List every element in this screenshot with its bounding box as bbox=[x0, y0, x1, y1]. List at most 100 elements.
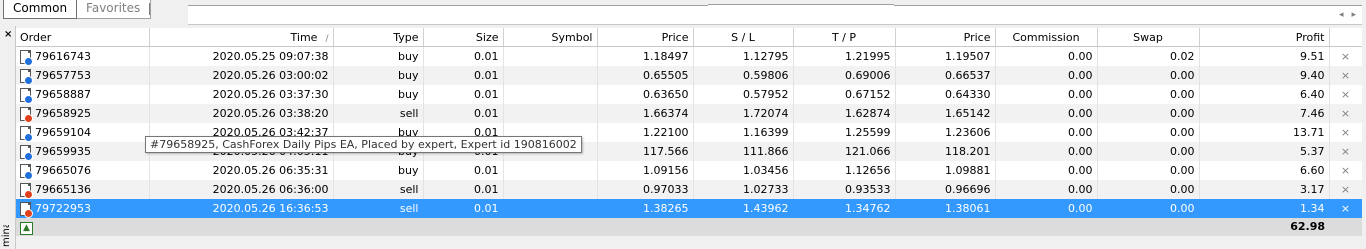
close-order-icon[interactable]: × bbox=[1329, 123, 1363, 142]
sell-order-icon bbox=[20, 202, 33, 218]
order-number: 79659104 bbox=[35, 126, 91, 139]
cell-sl: 1.16399 bbox=[693, 123, 794, 142]
cell-size: 0.01 bbox=[423, 180, 504, 199]
cell-profit: 3.17 bbox=[1199, 180, 1330, 199]
order-number: 79657753 bbox=[35, 69, 91, 82]
close-order-icon[interactable]: × bbox=[1329, 142, 1363, 161]
close-icon[interactable]: × bbox=[4, 29, 12, 40]
table-row[interactable]: 79722953 2020.05.26 16:36:53 sell 0.01 1.382… bbox=[16, 199, 1363, 218]
bar-notch bbox=[708, 4, 894, 7]
tab-common[interactable]: Common bbox=[3, 0, 78, 19]
col-profit[interactable]: Profit bbox=[1199, 28, 1330, 47]
cell-size: 0.01 bbox=[423, 199, 504, 218]
cell-type: sell bbox=[333, 199, 424, 218]
cell-symbol bbox=[503, 180, 598, 199]
table-row[interactable]: 79665136 2020.05.26 06:36:00 sell 0.01 0.970… bbox=[16, 180, 1363, 199]
cell-sl: 1.43962 bbox=[693, 199, 794, 218]
tab-nav: ◂ ▸ bbox=[1339, 6, 1356, 24]
cell-current-price: 1.65142 bbox=[895, 104, 996, 123]
buy-order-icon bbox=[20, 164, 33, 180]
tab-favorites[interactable]: Favorites bbox=[77, 0, 149, 18]
cell-swap: 0.00 bbox=[1097, 142, 1200, 161]
cell-swap: 0.02 bbox=[1097, 46, 1200, 66]
cell-current-price: 1.23606 bbox=[895, 123, 996, 142]
order-number: 79658925 bbox=[35, 107, 91, 120]
cell-tp: 1.25599 bbox=[793, 123, 896, 142]
col-size[interactable]: Size bbox=[423, 28, 504, 47]
scrollbar[interactable] bbox=[1362, 26, 1366, 249]
cell-swap: 0.00 bbox=[1097, 180, 1200, 199]
cell-symbol bbox=[503, 161, 598, 180]
col-time-label: Time bbox=[290, 30, 318, 44]
scroll-right-icon[interactable]: ▸ bbox=[1351, 10, 1356, 20]
sort-icon: / bbox=[325, 33, 329, 44]
cell-current-price: 118.201 bbox=[895, 142, 996, 161]
order-cell-content: 79616743 bbox=[20, 50, 145, 66]
sell-order-icon bbox=[20, 107, 33, 123]
cell-swap: 0.00 bbox=[1097, 104, 1200, 123]
col-symbol[interactable]: Symbol bbox=[503, 28, 598, 47]
up-arrow-icon[interactable]: ▲ bbox=[20, 221, 33, 235]
close-order-icon[interactable]: × bbox=[1329, 199, 1363, 218]
expand-icon[interactable]: ▲ bbox=[20, 220, 33, 235]
cell-price: 0.97033 bbox=[597, 180, 694, 199]
cell-commission: 0.00 bbox=[995, 180, 1098, 199]
order-cell-content: 79722953 bbox=[20, 202, 145, 218]
col-current-price[interactable]: Price bbox=[895, 28, 996, 47]
close-order-icon[interactable]: × bbox=[1329, 66, 1363, 85]
cell-current-price: 1.38061 bbox=[895, 199, 996, 218]
cell-order: 79659104 bbox=[16, 123, 150, 142]
table-row[interactable]: 79657753 2020.05.26 03:00:02 buy 0.01 0.6550… bbox=[16, 66, 1363, 85]
col-type[interactable]: Type bbox=[333, 28, 424, 47]
scroll-left-icon[interactable]: ◂ bbox=[1339, 10, 1344, 20]
buy-order-icon bbox=[20, 50, 33, 66]
cell-price: 117.566 bbox=[597, 142, 694, 161]
footer-total-cell: ▲ 62.98 bbox=[16, 218, 1329, 236]
cell-current-price: 0.64330 bbox=[895, 85, 996, 104]
cell-current-price: 0.96696 bbox=[895, 180, 996, 199]
order-cell-content: 79658887 bbox=[20, 88, 145, 104]
cell-current-price: 0.66537 bbox=[895, 66, 996, 85]
cell-profit: 7.46 bbox=[1199, 104, 1330, 123]
cell-current-price: 1.09881 bbox=[895, 161, 996, 180]
cell-profit: 6.40 bbox=[1199, 85, 1330, 104]
close-order-icon[interactable]: × bbox=[1329, 85, 1363, 104]
cell-time: 2020.05.26 06:35:31 bbox=[149, 161, 334, 180]
order-cell-content: 79665136 bbox=[20, 183, 145, 199]
col-order[interactable]: Order bbox=[16, 28, 150, 47]
order-tooltip: #79658925, CashForex Daily Pips EA, Plac… bbox=[145, 136, 582, 153]
cell-price: 1.18497 bbox=[597, 46, 694, 66]
col-price[interactable]: Price bbox=[597, 28, 694, 47]
table-row[interactable]: 79658925 2020.05.26 03:38:20 sell 0.01 1.663… bbox=[16, 104, 1363, 123]
cell-symbol bbox=[503, 104, 598, 123]
close-order-icon[interactable]: × bbox=[1329, 180, 1363, 199]
cell-sl: 1.03456 bbox=[693, 161, 794, 180]
col-tp[interactable]: T / P bbox=[793, 28, 896, 47]
close-order-icon[interactable]: × bbox=[1329, 161, 1363, 180]
order-cell-content: 79658925 bbox=[20, 107, 145, 123]
cell-swap: 0.00 bbox=[1097, 66, 1200, 85]
table-body: 79616743 2020.05.25 09:07:38 buy 0.01 1.1849… bbox=[16, 46, 1363, 218]
close-order-icon[interactable]: × bbox=[1329, 104, 1363, 123]
col-sl[interactable]: S / L bbox=[693, 28, 794, 47]
col-time[interactable]: Time / bbox=[149, 28, 334, 47]
close-order-icon[interactable]: × bbox=[1329, 46, 1363, 66]
cell-tp: 1.62874 bbox=[793, 104, 896, 123]
cell-size: 0.01 bbox=[423, 46, 504, 66]
cell-commission: 0.00 bbox=[995, 85, 1098, 104]
cell-order: 79665136 bbox=[16, 180, 150, 199]
cell-swap: 0.00 bbox=[1097, 161, 1200, 180]
tab-separator bbox=[149, 3, 151, 15]
cell-tp: 1.34762 bbox=[793, 199, 896, 218]
cell-symbol bbox=[503, 85, 598, 104]
order-cell-content: 79665076 bbox=[20, 164, 145, 180]
table-row[interactable]: 79665076 2020.05.26 06:35:31 buy 0.01 1.0915… bbox=[16, 161, 1363, 180]
cell-swap: 0.00 bbox=[1097, 123, 1200, 142]
buy-order-icon bbox=[20, 126, 33, 142]
symbol-bar: ◂ ▸ bbox=[188, 4, 1362, 25]
table-row[interactable]: 79658887 2020.05.26 03:37:30 buy 0.01 0.6365… bbox=[16, 85, 1363, 104]
buy-order-icon bbox=[20, 69, 33, 85]
col-swap[interactable]: Swap bbox=[1097, 28, 1200, 47]
table-row[interactable]: 79616743 2020.05.25 09:07:38 buy 0.01 1.1849… bbox=[16, 46, 1363, 66]
col-commission[interactable]: Commission bbox=[995, 28, 1098, 47]
